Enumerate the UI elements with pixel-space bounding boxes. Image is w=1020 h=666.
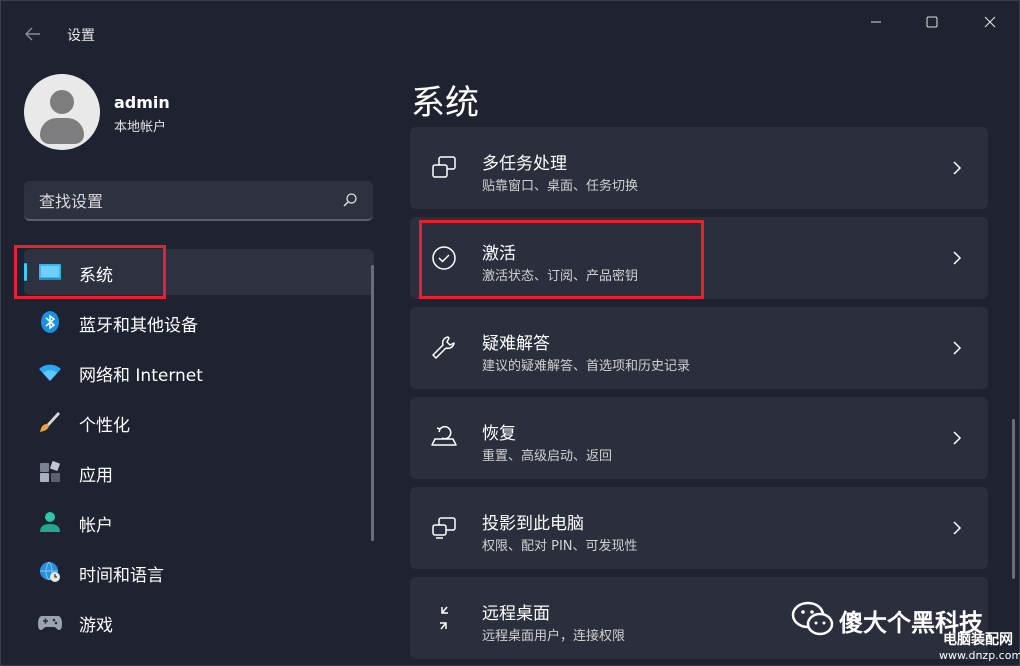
bluetooth-icon — [41, 311, 59, 333]
search-icon[interactable] — [342, 192, 358, 208]
card-title: 疑难解答 — [482, 334, 550, 354]
card-title: 投影到此电脑 — [482, 514, 584, 534]
account-icon — [40, 512, 60, 532]
sidebar-item-time-language[interactable]: 时间和语言 — [24, 549, 374, 595]
close-button[interactable] — [967, 9, 1013, 39]
card-subtitle: 权限、配对 PIN、可发现性 — [482, 539, 638, 554]
page-title: 系统 — [411, 83, 479, 123]
arrow-left-icon — [25, 27, 40, 41]
sidebar-item-label: 个性化 — [79, 416, 130, 436]
apps-icon — [40, 461, 60, 482]
projection-icon — [432, 517, 456, 539]
settings-window: 设置 admin 本地帐户 系统 — [0, 0, 1020, 666]
maximize-icon — [926, 16, 938, 28]
remote-desktop-icon — [440, 606, 448, 630]
avatar-body — [40, 118, 84, 144]
title-bar: 设置 — [1, 1, 1020, 49]
chevron-right-icon — [953, 431, 962, 445]
sidebar-item-gaming[interactable]: 游戏 — [24, 599, 374, 645]
globe-clock-icon — [40, 561, 60, 582]
user-account-type: 本地帐户 — [114, 120, 167, 135]
maximize-button[interactable] — [909, 9, 955, 39]
card-projection[interactable]: 投影到此电脑 权限、配对 PIN、可发现性 — [410, 487, 988, 569]
card-subtitle: 远程桌面用户，连接权限 — [482, 629, 626, 644]
sidebar-item-network[interactable]: 网络和 Internet — [24, 349, 374, 395]
card-troubleshoot[interactable]: 疑难解答 建议的疑难解答、首选项和历史记录 — [410, 307, 988, 389]
sidebar-item-label: 网络和 Internet — [79, 366, 203, 386]
chevron-right-icon — [953, 341, 962, 355]
gamepad-icon — [38, 616, 62, 630]
close-icon — [984, 16, 996, 28]
sidebar-item-apps[interactable]: 应用 — [24, 449, 374, 495]
card-title: 远程桌面 — [482, 604, 550, 624]
sidebar-item-label: 蓝牙和其他设备 — [79, 316, 198, 336]
app-title: 设置 — [67, 28, 95, 44]
sidebar-item-personalization[interactable]: 个性化 — [24, 399, 374, 445]
sidebar-scrollbar[interactable] — [371, 265, 374, 541]
card-subtitle: 重置、高级启动、返回 — [482, 449, 613, 464]
minimize-button[interactable] — [853, 9, 899, 39]
watermark-site: 电脑装配网 — [943, 632, 1013, 648]
search-input[interactable] — [37, 189, 331, 213]
wrench-icon — [432, 336, 455, 359]
card-title: 多任务处理 — [482, 154, 567, 174]
user-name: admin — [114, 93, 170, 112]
annotation-highlight-system — [14, 245, 166, 299]
watermark-url: www.dnzp.com — [939, 649, 1020, 662]
search-box[interactable] — [24, 181, 373, 221]
sidebar-item-bluetooth[interactable]: 蓝牙和其他设备 — [24, 299, 374, 345]
multitasking-icon — [432, 156, 456, 178]
minimize-icon — [871, 21, 881, 23]
sidebar-item-label: 时间和语言 — [79, 566, 164, 586]
card-subtitle: 贴靠窗口、桌面、任务切换 — [482, 179, 639, 194]
sidebar-item-accounts[interactable]: 帐户 — [24, 499, 374, 545]
chevron-right-icon — [953, 251, 962, 265]
recovery-icon — [431, 425, 457, 446]
brush-icon — [40, 412, 60, 432]
sidebar-item-label: 帐户 — [79, 516, 113, 536]
card-title: 恢复 — [482, 424, 516, 444]
sidebar-item-label: 应用 — [79, 466, 113, 486]
chevron-right-icon — [953, 521, 962, 535]
wechat-logo-icon — [791, 601, 834, 636]
annotation-highlight-activation — [419, 220, 704, 299]
card-multitasking[interactable]: 多任务处理 贴靠窗口、桌面、任务切换 — [410, 127, 988, 209]
card-recovery[interactable]: 恢复 重置、高级启动、返回 — [410, 397, 988, 479]
chevron-right-icon — [953, 161, 962, 175]
avatar[interactable] — [24, 74, 100, 150]
card-subtitle: 建议的疑难解答、首选项和历史记录 — [482, 359, 691, 374]
content-scrollbar[interactable] — [1012, 419, 1015, 579]
avatar-head — [50, 90, 74, 114]
back-button[interactable] — [19, 21, 47, 47]
sidebar-item-label: 游戏 — [79, 616, 113, 636]
wifi-icon — [39, 364, 61, 381]
